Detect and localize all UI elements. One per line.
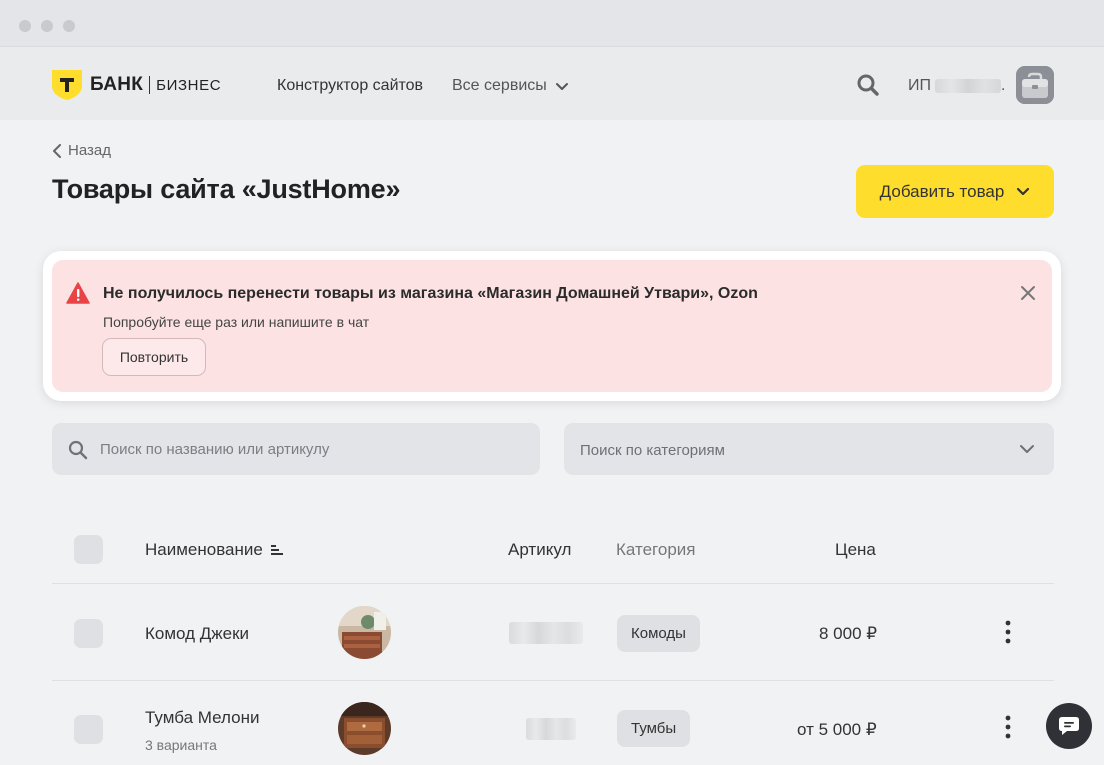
top-header: БАНК БИЗНЕС Конструктор сайтов Все серви… [0, 47, 1104, 120]
chevron-left-icon [53, 143, 61, 158]
window-minimize-dot[interactable] [41, 20, 53, 32]
add-product-label: Добавить товар [879, 181, 1005, 201]
user-name-blurred [935, 79, 1001, 93]
nav-all-services-label: Все сервисы [452, 77, 547, 94]
table-divider [52, 680, 1054, 681]
more-vertical-icon[interactable] [1005, 620, 1011, 644]
product-thumbnail [338, 702, 391, 755]
column-header-price[interactable]: Цена [835, 540, 876, 560]
chat-icon [1059, 717, 1079, 735]
search-input[interactable] [100, 423, 530, 475]
chevron-down-icon [1020, 445, 1034, 453]
error-alert: Не получилось перенести товары из магази… [52, 260, 1052, 392]
back-label: Назад [68, 142, 111, 159]
error-alert-container: Не получилось перенести товары из магази… [43, 251, 1061, 401]
chevron-down-icon [1017, 187, 1030, 195]
search-icon [68, 440, 88, 460]
retry-button[interactable]: Повторить [102, 338, 206, 376]
category-select[interactable]: Поиск по категориям [564, 423, 1054, 475]
nav-site-builder[interactable]: Конструктор сайтов [277, 77, 423, 95]
table-divider [52, 583, 1054, 584]
column-header-category[interactable]: Категория [616, 540, 695, 560]
chat-button[interactable] [1046, 703, 1092, 749]
avatar[interactable] [1016, 66, 1054, 104]
column-header-article[interactable]: Артикул [508, 540, 571, 560]
column-header-name[interactable]: Наименование [145, 540, 284, 560]
alert-subtitle: Попробуйте еще раз или напишите в чат [103, 314, 370, 330]
product-name[interactable]: Тумба Мелони [145, 708, 259, 728]
product-thumbnail [338, 606, 391, 659]
product-variants: 3 варианта [145, 737, 217, 753]
select-all-checkbox[interactable] [74, 535, 103, 564]
category-chip[interactable]: Тумбы [617, 710, 691, 747]
product-article-blurred [509, 622, 583, 644]
category-placeholder: Поиск по категориям [580, 442, 725, 459]
row-checkbox[interactable] [74, 619, 103, 648]
category-chip[interactable]: Комоды [617, 615, 700, 652]
user-name[interactable]: ИП . [908, 77, 1005, 95]
window-maximize-dot[interactable] [63, 20, 75, 32]
chevron-down-icon [555, 83, 568, 90]
product-price: от 5 000 ₽ [797, 720, 877, 739]
page-title: Товары сайта «JustHome» [52, 174, 401, 204]
product-name[interactable]: Комод Джеки [145, 624, 249, 644]
window-titlebar [0, 0, 1104, 47]
row-checkbox[interactable] [74, 715, 103, 744]
briefcase-avatar [1016, 66, 1054, 104]
nav-all-services[interactable]: Все сервисы [452, 77, 569, 95]
more-vertical-icon[interactable] [1005, 715, 1011, 739]
logo-business-text: БИЗНЕС [156, 76, 222, 94]
logo-bank-text: БАНК [90, 74, 144, 95]
sort-icon [270, 545, 283, 555]
product-price: 8 000 ₽ [819, 624, 878, 643]
user-suffix: . [1001, 77, 1006, 94]
warning-icon [66, 282, 90, 304]
search-icon[interactable] [856, 73, 880, 97]
user-prefix: ИП [908, 77, 931, 94]
bank-logo[interactable]: БАНК БИЗНЕС [51, 69, 221, 101]
product-article-blurred [526, 718, 576, 740]
search-field[interactable] [52, 423, 540, 475]
window-close-dot[interactable] [19, 20, 31, 32]
column-name-label: Наименование [145, 540, 263, 559]
close-icon[interactable] [1019, 284, 1037, 302]
alert-title: Не получилось перенести товары из магази… [103, 285, 758, 302]
add-product-button[interactable]: Добавить товар [856, 165, 1054, 218]
back-link[interactable]: Назад [52, 142, 111, 159]
shield-logo-icon [52, 70, 82, 100]
logo-separator [149, 76, 151, 94]
